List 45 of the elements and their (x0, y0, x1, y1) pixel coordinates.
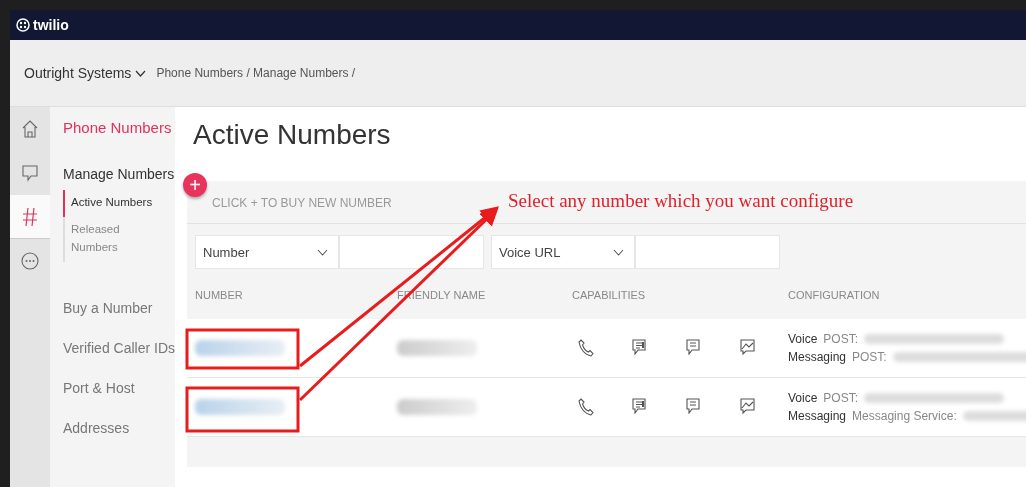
chat-icon (686, 339, 700, 355)
config-label: Voice (788, 391, 818, 405)
account-name[interactable]: Outright Systems (24, 65, 132, 81)
logo-icon (16, 18, 30, 32)
config-label: Voice (788, 332, 818, 346)
chat-icon (22, 164, 38, 182)
sidebar-item[interactable]: Addresses (63, 419, 175, 436)
column-header: NUMBER (195, 289, 243, 301)
config-detail: Messaging Service: (852, 409, 957, 423)
message-lines-icon (632, 339, 646, 355)
phone-icon (578, 339, 594, 357)
logo-text: twilio (33, 17, 69, 33)
phone-icon (578, 398, 594, 416)
config-label: Messaging (788, 350, 847, 364)
column-header: CAPABILITIES (572, 289, 646, 301)
home-icon (22, 120, 38, 138)
filter-select[interactable]: Number (195, 235, 339, 269)
sidebar-item[interactable]: Manage Numbers (63, 166, 175, 182)
chat-icon (686, 398, 700, 414)
chevron-down-icon (317, 248, 328, 256)
chevron-down-icon (613, 248, 624, 256)
image-icon (740, 398, 755, 414)
more-icon (21, 252, 39, 270)
sidebar-item[interactable]: Port & Host (63, 379, 175, 396)
column-header: CONFIGURATION (788, 289, 880, 301)
message-lines-icon (632, 398, 646, 414)
sidebar-title[interactable]: Phone Numbers (63, 119, 175, 136)
page-title: Active Numbers (193, 119, 392, 151)
hash-icon (22, 206, 38, 227)
add-button[interactable]: + (183, 173, 207, 197)
filter-select[interactable]: Voice URL (491, 235, 635, 269)
sidebar-item[interactable]: Buy a Number (63, 299, 175, 316)
config-detail: POST: (823, 391, 859, 405)
image-icon (740, 339, 755, 355)
sidebar-subitem[interactable]: Released Numbers (65, 217, 157, 262)
sidebar-item[interactable]: Verified Caller IDs (63, 339, 175, 356)
config-detail: POST: (823, 332, 859, 346)
breadcrumb-path[interactable]: Phone Numbers / Manage Numbers / (156, 66, 356, 80)
chevron-down-icon[interactable] (135, 69, 147, 77)
annotation-text: Select any number which you want configure (508, 190, 854, 212)
config-label: Messaging (788, 409, 847, 423)
filter-input[interactable] (339, 235, 484, 269)
sidebar-subitem[interactable]: Active Numbers (63, 190, 157, 218)
config-detail: POST: (852, 350, 887, 364)
filter-input[interactable] (635, 235, 780, 269)
